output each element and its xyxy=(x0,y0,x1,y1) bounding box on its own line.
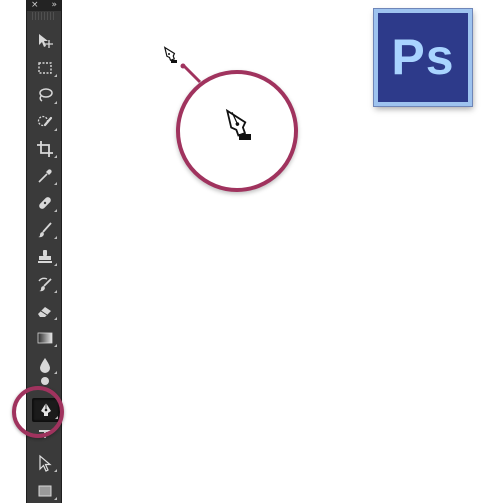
collapse-panel-button[interactable]: » xyxy=(51,1,57,10)
dodge-tool[interactable] xyxy=(32,374,58,386)
path-selection-icon xyxy=(39,454,52,472)
eyedropper-tool[interactable] xyxy=(32,165,58,187)
eraser-icon xyxy=(38,307,51,317)
gradient-icon xyxy=(37,332,53,344)
close-panel-button[interactable]: × xyxy=(31,1,39,10)
crop-tool[interactable] xyxy=(32,138,58,160)
panel-grip[interactable] xyxy=(32,12,56,20)
brush-tool[interactable] xyxy=(32,219,58,241)
path-selection-tool[interactable] xyxy=(32,452,58,474)
move-tool[interactable] xyxy=(32,30,58,52)
pen-cursor-magnified-icon xyxy=(225,108,251,140)
quick-selection-icon xyxy=(37,115,53,127)
blur-tool[interactable] xyxy=(32,354,58,376)
lasso-icon xyxy=(39,88,53,102)
gradient-tool[interactable] xyxy=(32,327,58,349)
stamp-icon xyxy=(38,250,52,263)
history-brush-icon xyxy=(38,277,52,292)
blur-icon xyxy=(40,358,50,373)
pen-cursor-icon xyxy=(163,46,177,63)
move-icon xyxy=(39,34,53,48)
history-brush-tool[interactable] xyxy=(32,273,58,295)
quick-selection-tool[interactable] xyxy=(32,111,58,133)
photoshop-logo-text: Ps xyxy=(391,28,455,85)
marquee-icon xyxy=(38,62,52,74)
brush-icon xyxy=(38,222,52,238)
pen-tool-highlight-ring xyxy=(12,386,64,438)
eraser-tool[interactable] xyxy=(32,300,58,322)
rectangular-marquee-tool[interactable] xyxy=(32,57,58,79)
crop-icon xyxy=(37,141,53,157)
dodge-icon xyxy=(41,377,49,385)
eyedropper-icon xyxy=(38,169,52,183)
panel-header: × » xyxy=(27,0,61,11)
lasso-tool[interactable] xyxy=(32,84,58,106)
rectangle-icon xyxy=(38,485,52,497)
photoshop-logo: Ps xyxy=(374,9,472,106)
healing-icon xyxy=(39,197,51,209)
clone-stamp-tool[interactable] xyxy=(32,246,58,268)
spot-healing-brush-tool[interactable] xyxy=(32,192,58,214)
rectangle-tool[interactable] xyxy=(32,480,58,502)
